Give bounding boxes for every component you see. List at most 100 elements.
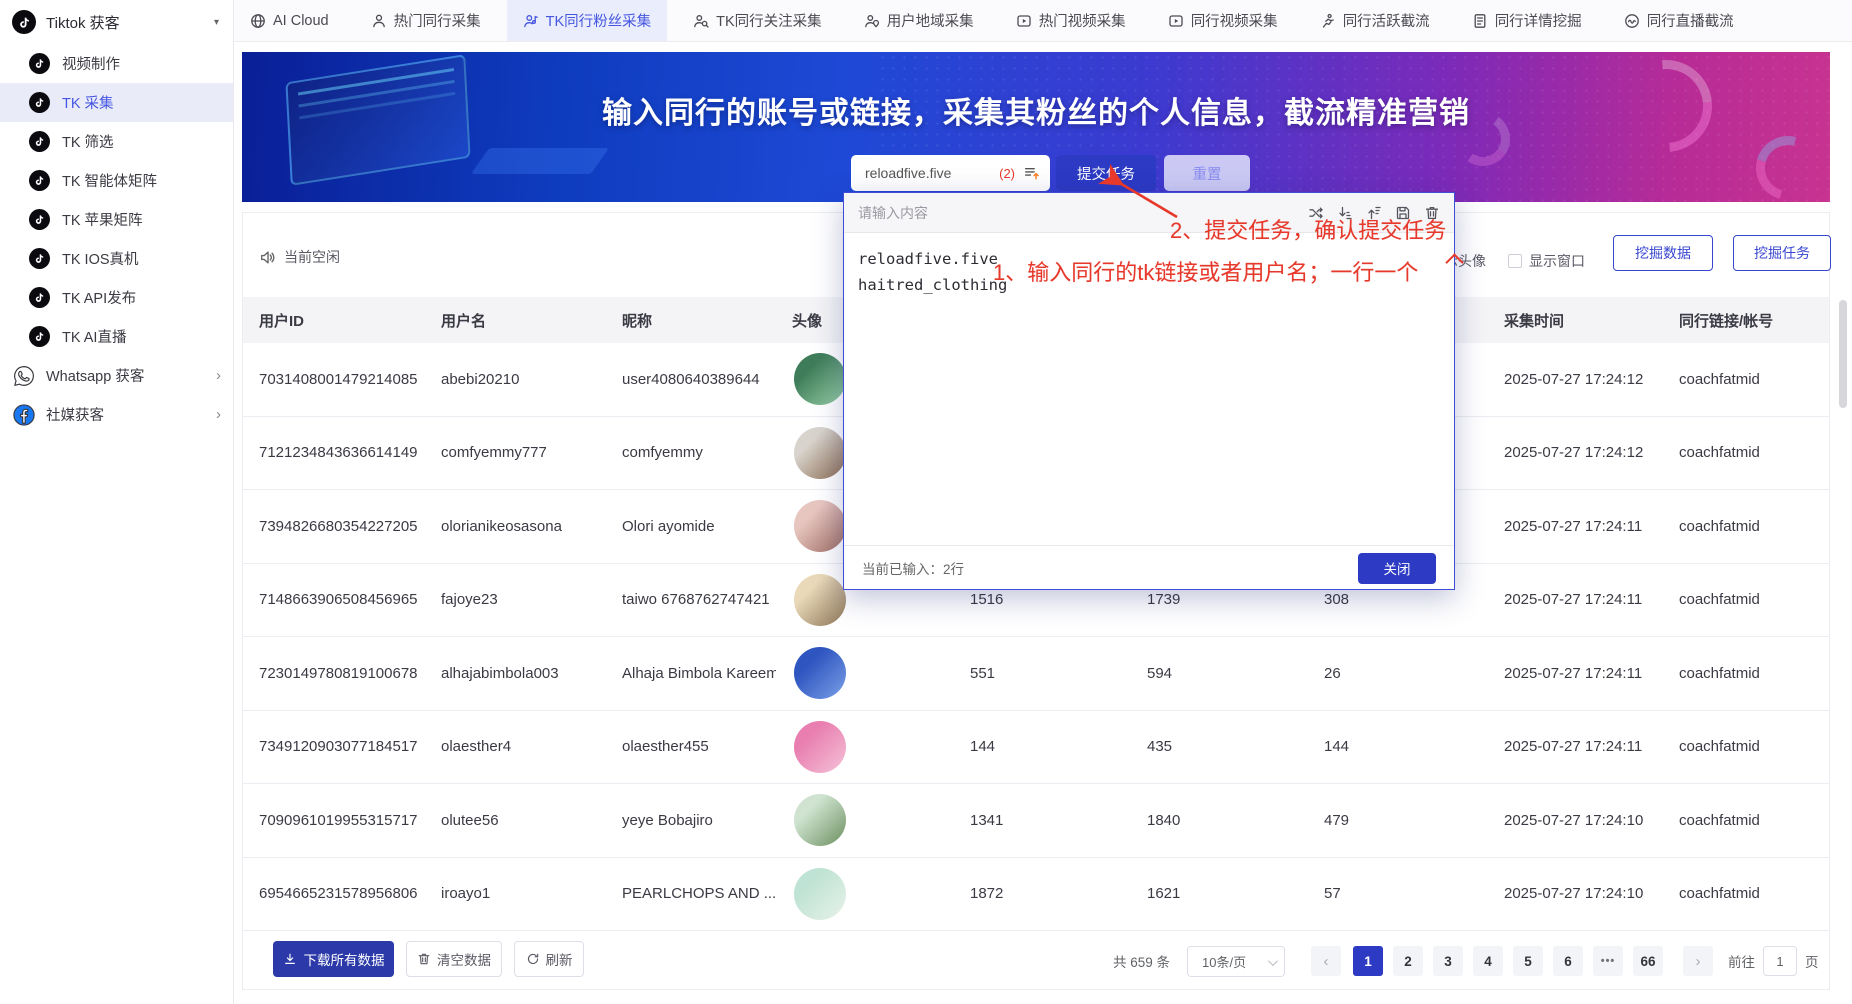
video-icon [1168, 13, 1184, 29]
sidebar: Tiktok 获客 ▾ 视频制作 TK 采集 TK 筛选 TK 智能体矩阵 TK 苹果矩… [0, 0, 234, 1004]
person-search-icon [693, 13, 709, 29]
tab-label: 热门视频采集 [1038, 14, 1126, 30]
page-button-2[interactable]: 2 [1393, 946, 1423, 976]
page-button-5[interactable]: 5 [1513, 946, 1543, 976]
cell-collect-time: 2025-07-27 17:24:12 [1504, 444, 1644, 462]
sidebar-item-TK 苹果矩阵[interactable]: TK 苹果矩阵 [0, 200, 233, 239]
show-window-checkbox[interactable] [1508, 254, 1522, 268]
cell-collect-time: 2025-07-27 17:24:11 [1504, 591, 1643, 609]
cell-user-id: 7148663906508456965 [259, 591, 418, 609]
sidebar-item-label: TK AI直播 [62, 330, 127, 346]
goto-label: 前往 [1728, 955, 1755, 970]
goto-page-input[interactable]: 1 [1763, 946, 1797, 976]
avatar [794, 867, 846, 920]
cell-username: abebi20210 [441, 370, 520, 388]
page-button-4[interactable]: 4 [1473, 946, 1503, 976]
nav-tab-list: AI Cloud 热门同行采集 TK同行粉丝采集 TK同行关注采集 用户地域采集 热门视频… [250, 0, 1776, 41]
cell-avatar [776, 784, 954, 857]
tiktok-icon [29, 287, 50, 308]
cell-count-3: 479 [1324, 811, 1350, 829]
show-window-checkbox-group[interactable]: 显示窗口 [1508, 251, 1585, 271]
tab-热门视频采集[interactable]: 热门视频采集 [1016, 0, 1126, 41]
tab-AI Cloud[interactable]: AI Cloud [250, 0, 329, 41]
cell-username: olaesther4 [441, 738, 512, 756]
tab-label: 同行活跃截流 [1342, 14, 1430, 30]
avatar [794, 720, 846, 773]
sidebar-section-社媒获客[interactable]: 社媒获客 › [0, 395, 233, 434]
status-indicator: 当前空闲 [259, 247, 340, 267]
page-button-3[interactable]: 3 [1433, 946, 1463, 976]
next-page-button[interactable]: › [1683, 946, 1713, 976]
per-page-select[interactable]: 10条/页 [1187, 946, 1285, 977]
sidebar-item-视频制作[interactable]: 视频制作 [0, 44, 233, 83]
sidebar-header-tiktok[interactable]: Tiktok 获客 ▾ [0, 0, 233, 44]
tab-label: TK同行粉丝采集 [545, 14, 652, 30]
sidebar-section-label: 社媒获客 [46, 408, 104, 424]
download-all-button[interactable]: 下载所有数据 [273, 941, 394, 977]
page-button-6[interactable]: 6 [1553, 946, 1583, 976]
column-header-用户名: 用户名 [441, 312, 487, 330]
refresh-button[interactable]: 刷新 [514, 941, 584, 977]
tab-同行详情挖掘[interactable]: 同行详情挖掘 [1472, 0, 1582, 41]
sidebar-section-list: Whatsapp 获客 › 社媒获客 › [0, 356, 233, 434]
table-row: 7090961019955315717 olutee56 yeye Bobajiro… [243, 784, 1829, 858]
cell-collect-time: 2025-07-27 17:24:10 [1504, 811, 1644, 829]
sidebar-item-TK 筛选[interactable]: TK 筛选 [0, 122, 233, 161]
sidebar-section-label: Whatsapp 获客 [46, 369, 145, 385]
tab-label: 同行详情挖掘 [1494, 14, 1582, 30]
avatar [794, 794, 846, 847]
cell-nickname: olaesther455 [622, 738, 709, 756]
keyboard-illustration [470, 148, 610, 174]
mine-task-button[interactable]: 挖掘任务 [1733, 235, 1831, 271]
close-button[interactable]: 关闭 [1358, 552, 1436, 584]
tab-TK同行关注采集[interactable]: TK同行关注采集 [693, 0, 822, 41]
chevron-down-icon[interactable]: ▾ [214, 17, 219, 28]
cell-collect-time: 2025-07-27 17:24:11 [1504, 664, 1643, 682]
clipboard-up-icon[interactable] [1023, 165, 1040, 182]
tab-热门同行采集[interactable]: 热门同行采集 [371, 0, 481, 41]
tab-同行直播截流[interactable]: 同行直播截流 [1624, 0, 1734, 41]
document-icon [1472, 13, 1488, 29]
cell-count-3: 57 [1324, 885, 1341, 903]
scrollbar-thumb[interactable] [1839, 300, 1847, 408]
person-icon [371, 13, 387, 29]
cell-nickname: taiwo 6768762747421 [622, 591, 770, 609]
chevron-right-icon: › [216, 367, 221, 384]
tab-同行视频采集[interactable]: 同行视频采集 [1168, 0, 1278, 41]
clear-data-button[interactable]: 清空数据 [406, 941, 502, 977]
table-row: 7230149780819100678 alhajabimbola003 Alhaj… [243, 637, 1829, 711]
sidebar-item-TK IOS真机[interactable]: TK IOS真机 [0, 239, 233, 278]
cell-user-id: 7121234843636614149 [259, 444, 418, 462]
cell-nickname: Alhaja Bimbola Kareem [622, 664, 776, 682]
column-header-同行链接/帐号: 同行链接/帐号 [1679, 312, 1774, 330]
sidebar-item-label: TK IOS真机 [62, 252, 139, 268]
page-button-1[interactable]: 1 [1353, 946, 1383, 976]
cell-username: comfyemmy777 [441, 444, 547, 462]
sidebar-item-TK AI直播[interactable]: TK AI直播 [0, 317, 233, 356]
banner-title: 输入同行的账号或链接，采集其粉丝的个人信息，截流精准营销 [602, 97, 1470, 130]
tiktok-icon [29, 209, 50, 230]
tab-label: 用户地域采集 [886, 14, 974, 30]
prev-page-button[interactable]: ‹ [1311, 946, 1341, 976]
sidebar-item-TK 智能体矩阵[interactable]: TK 智能体矩阵 [0, 161, 233, 200]
mine-data-button[interactable]: 挖掘数据 [1613, 235, 1713, 271]
input-content-modal: 请输入内容 reloadfive.five haitred_clothing 当… [843, 192, 1455, 590]
sidebar-item-TK API发布[interactable]: TK API发布 [0, 278, 233, 317]
video-icon [1016, 13, 1032, 29]
cell-count-1: 144 [970, 738, 996, 756]
tab-同行活跃截流[interactable]: 同行活跃截流 [1320, 0, 1430, 41]
sidebar-item-label: 视频制作 [62, 57, 120, 73]
tab-用户地域采集[interactable]: 用户地域采集 [864, 0, 974, 41]
download-icon [283, 952, 297, 966]
task-account-input[interactable]: reloadfive.five (2) [851, 155, 1050, 191]
cell-avatar [776, 858, 954, 931]
page-button-66[interactable]: 66 [1633, 946, 1663, 976]
globe-icon [250, 13, 266, 29]
sidebar-item-TK 采集[interactable]: TK 采集 [0, 83, 233, 122]
cell-peer-link: coachfatmid [1679, 517, 1760, 535]
page-ellipsis[interactable]: ••• [1593, 946, 1623, 976]
sidebar-section-Whatsapp 获客[interactable]: Whatsapp 获客 › [0, 356, 233, 395]
tab-TK同行粉丝采集[interactable]: TK同行粉丝采集 [506, 0, 668, 41]
live-icon [1624, 13, 1640, 29]
cell-peer-link: coachfatmid [1679, 370, 1760, 388]
